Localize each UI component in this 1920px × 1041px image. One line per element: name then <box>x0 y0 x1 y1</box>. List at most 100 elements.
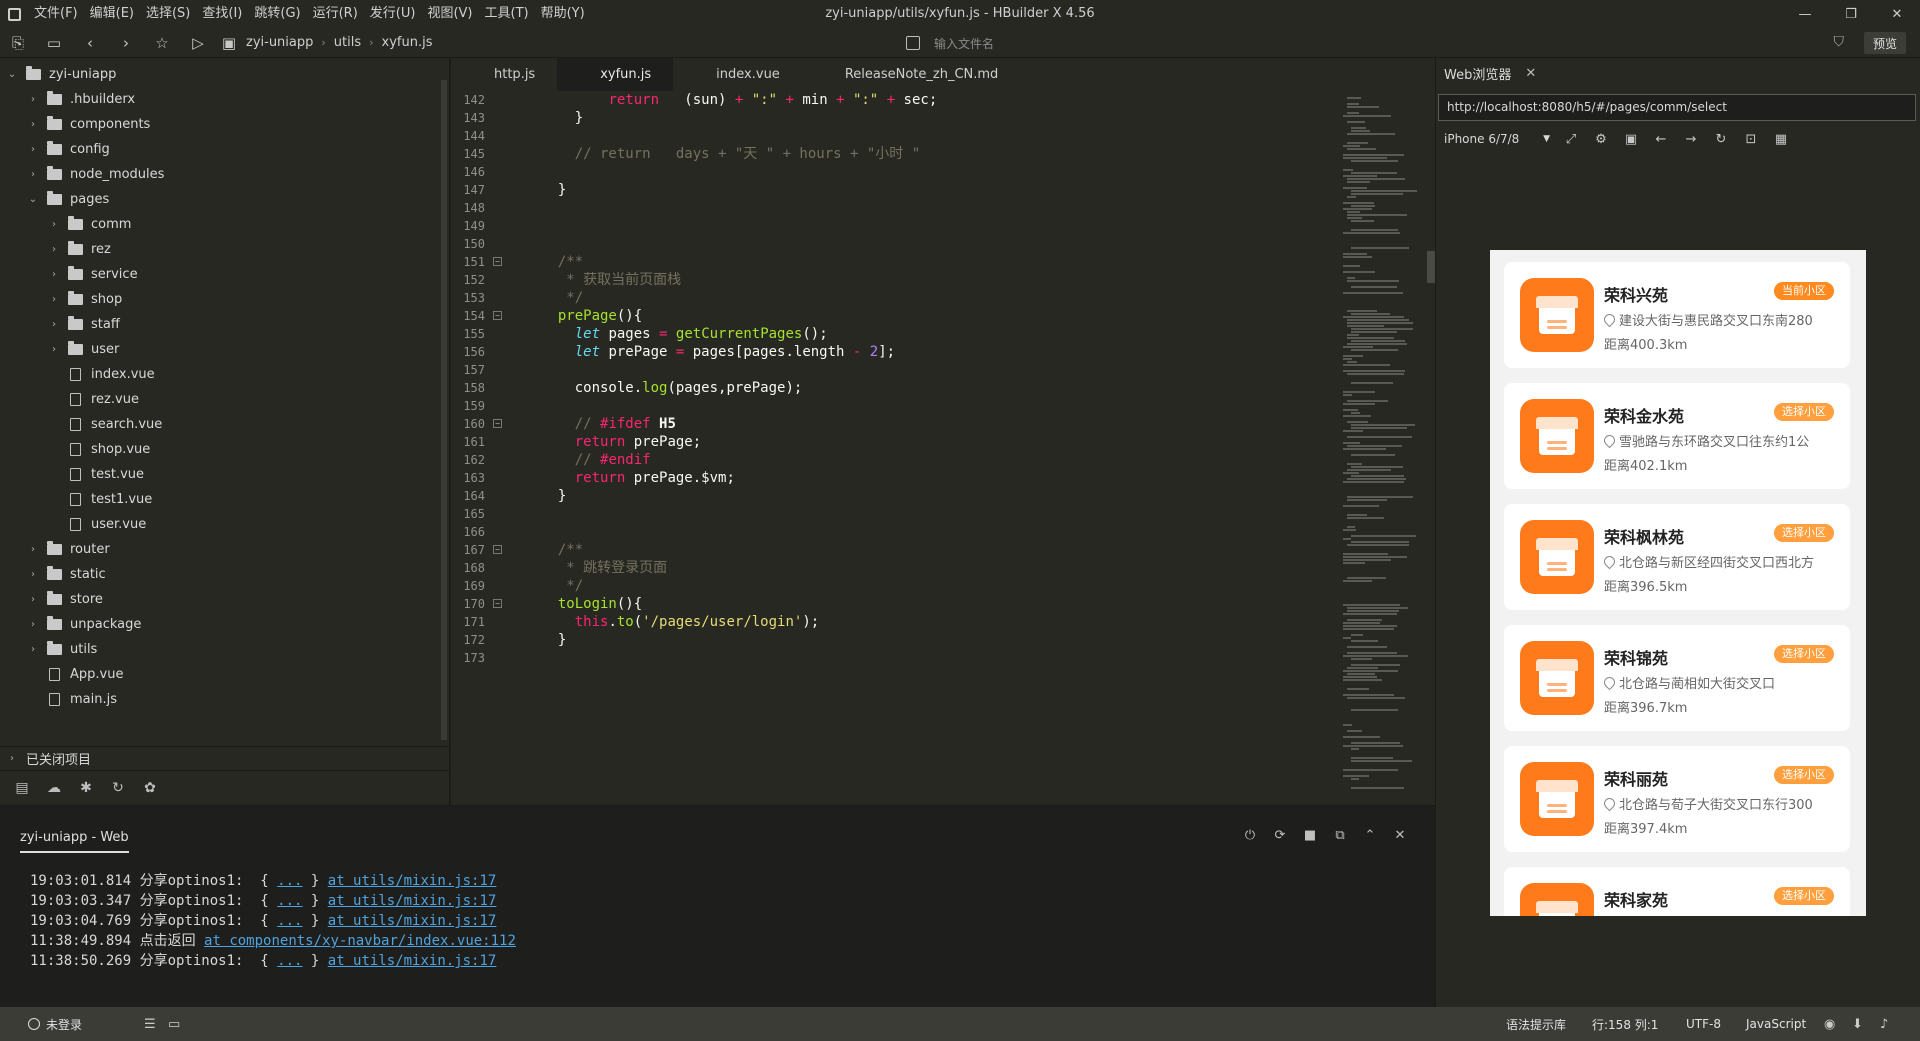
code-line[interactable]: 158 console.log(pages,prePage); <box>451 379 1391 397</box>
community-card[interactable]: 荣科金水苑 选择小区 雪驰路与东环路交叉口往东约1公 距离402.1km <box>1504 383 1850 489</box>
close-button[interactable]: ✕ <box>1874 0 1920 28</box>
syntax-library[interactable]: 语法提示库 <box>1506 1016 1566 1033</box>
log-source-link[interactable]: at utils/mixin.js:17 <box>328 873 497 889</box>
code-line[interactable]: 155 let pages = getCurrentPages(); <box>451 325 1391 343</box>
fold-toggle-icon[interactable]: − <box>493 419 502 428</box>
console-tab[interactable]: zyi-uniapp - Web <box>20 830 129 853</box>
editor-tab[interactable]: http.js <box>451 58 557 91</box>
settings-icon[interactable]: ⚙ <box>1586 132 1616 147</box>
stop-icon[interactable]: ⏻ <box>1235 828 1265 843</box>
code-line[interactable]: 161 return prePage; <box>451 433 1391 451</box>
code-line[interactable]: 152 * 获取当前页面栈 <box>451 271 1391 289</box>
list-icon[interactable]: ☰ <box>144 1017 156 1032</box>
code-line[interactable]: 166 <box>451 523 1391 541</box>
tree-file[interactable]: user.vue <box>0 512 440 537</box>
preview-button[interactable]: 预览 <box>1864 32 1906 54</box>
export-icon[interactable]: ⧉ <box>1325 828 1355 843</box>
code-line[interactable]: 171 this.to('/pages/user/login'); <box>451 613 1391 631</box>
tree-folder[interactable]: › node_modules <box>0 162 440 187</box>
breadcrumb-folder[interactable]: utils <box>330 35 365 50</box>
tree-file[interactable]: rez.vue <box>0 387 440 412</box>
code-line[interactable]: 143 } <box>451 109 1391 127</box>
menu-item[interactable]: 工具(T) <box>479 0 535 28</box>
minimize-button[interactable]: — <box>1782 0 1828 28</box>
tree-folder[interactable]: ⌄ zyi-uniapp <box>0 62 440 87</box>
notification-bell-icon[interactable]: ♪ <box>1880 1017 1888 1032</box>
menu-item[interactable]: 运行(R) <box>307 0 364 28</box>
community-card[interactable]: 荣科家苑 选择小区 <box>1504 867 1850 916</box>
editor-scrollbar[interactable] <box>1427 251 1435 283</box>
code-line[interactable]: 147 } <box>451 181 1391 199</box>
code-line[interactable]: 159 <box>451 397 1391 415</box>
closed-projects[interactable]: › 已关闭项目 <box>0 746 449 770</box>
code-line[interactable]: 150 <box>451 235 1391 253</box>
log-source-link[interactable]: at utils/mixin.js:17 <box>328 893 497 909</box>
code-line[interactable]: 146 <box>451 163 1391 181</box>
debug-icon[interactable]: ✱ <box>70 780 102 796</box>
tree-folder[interactable]: › unpackage <box>0 612 440 637</box>
tree-folder[interactable]: › shop <box>0 287 440 312</box>
log-source-link[interactable]: at components/xy-navbar/index.vue:112 <box>204 933 516 949</box>
community-card[interactable]: 荣科兴苑 当前小区 建设大街与惠民路交叉口东南280 距离400.3km <box>1504 262 1850 368</box>
tree-folder[interactable]: › user <box>0 337 440 362</box>
code-editor[interactable]: 142 return (sun) + ":" + min + ":" + sec… <box>451 91 1435 805</box>
back-icon[interactable]: ← <box>1646 132 1676 147</box>
editor-tab[interactable]: index.vue <box>673 58 802 91</box>
login-status[interactable]: 未登录 <box>28 1016 82 1033</box>
log-source-link[interactable]: at utils/mixin.js:17 <box>328 953 497 969</box>
reload-icon[interactable]: ↻ <box>1706 132 1736 147</box>
log-expand-link[interactable]: ... <box>277 893 302 909</box>
tree-folder[interactable]: › components <box>0 112 440 137</box>
menu-item[interactable]: 编辑(E) <box>84 0 140 28</box>
file-encoding[interactable]: UTF-8 <box>1686 1017 1721 1031</box>
tree-file[interactable]: index.vue <box>0 362 440 387</box>
log-expand-link[interactable]: ... <box>277 873 302 889</box>
community-card[interactable]: 荣科锦苑 选择小区 北仓路与蔺相如大街交叉口 距离396.7km <box>1504 625 1850 731</box>
code-line[interactable]: 169 */ <box>451 577 1391 595</box>
tree-file[interactable]: test1.vue <box>0 487 440 512</box>
code-line[interactable]: 142 return (sun) + ":" + min + ":" + sec… <box>451 91 1391 109</box>
star-icon[interactable]: ☆ <box>144 28 180 58</box>
editor-tab[interactable]: xyfun.js <box>557 58 674 91</box>
qrcode-icon[interactable]: ▦ <box>1766 132 1796 147</box>
code-line[interactable]: 162 // #endif <box>451 451 1391 469</box>
devtools-icon[interactable]: ▣ <box>1616 132 1646 147</box>
run-icon[interactable]: ▷ <box>180 28 216 58</box>
breadcrumb-project[interactable]: zyi-uniapp <box>242 35 317 50</box>
menu-item[interactable]: 跳转(G) <box>248 0 306 28</box>
tree-folder[interactable]: ⌄ pages <box>0 187 440 212</box>
refresh-icon[interactable]: ↻ <box>102 780 134 796</box>
log-expand-link[interactable]: ... <box>277 953 302 969</box>
rotate-icon[interactable]: ⤢ <box>1556 132 1586 147</box>
community-card[interactable]: 荣科枫林苑 选择小区 北仓路与新区经四街交叉口西北方 距离396.5km <box>1504 504 1850 610</box>
tree-folder[interactable]: › router <box>0 537 440 562</box>
forward-icon[interactable]: → <box>1676 132 1706 147</box>
select-community-button[interactable]: 选择小区 <box>1774 524 1834 542</box>
code-line[interactable]: 164 } <box>451 487 1391 505</box>
select-community-button[interactable]: 选择小区 <box>1774 887 1834 905</box>
fold-toggle-icon[interactable]: − <box>493 257 502 266</box>
tree-file[interactable]: shop.vue <box>0 437 440 462</box>
lock-icon[interactable]: ⊡ <box>1736 132 1766 147</box>
select-community-button[interactable]: 选择小区 <box>1774 645 1834 663</box>
language-mode[interactable]: JavaScript <box>1746 1017 1806 1031</box>
code-line[interactable]: 149 <box>451 217 1391 235</box>
log-expand-link[interactable]: ... <box>277 913 302 929</box>
filter-icon[interactable]: ⛉ <box>1834 34 1845 50</box>
code-line[interactable]: 168 * 跳转登录页面 <box>451 559 1391 577</box>
maximize-button[interactable]: ❐ <box>1828 0 1874 28</box>
tree-folder[interactable]: › comm <box>0 212 440 237</box>
file-search[interactable]: 输入文件名 <box>906 28 994 58</box>
tree-folder[interactable]: › config <box>0 137 440 162</box>
log-source-link[interactable]: at utils/mixin.js:17 <box>328 913 497 929</box>
code-line[interactable]: 163 return prePage.$vm; <box>451 469 1391 487</box>
tree-file[interactable]: test.vue <box>0 462 440 487</box>
breadcrumb-file[interactable]: xyfun.js <box>378 35 437 50</box>
tree-file[interactable]: App.vue <box>0 662 440 687</box>
fold-toggle-icon[interactable]: − <box>493 599 502 608</box>
code-line[interactable]: 167− /** <box>451 541 1391 559</box>
tree-file[interactable]: search.vue <box>0 412 440 437</box>
code-line[interactable]: 151− /** <box>451 253 1391 271</box>
code-line[interactable]: 144 <box>451 127 1391 145</box>
cloud-icon[interactable]: ☁ <box>38 780 70 796</box>
